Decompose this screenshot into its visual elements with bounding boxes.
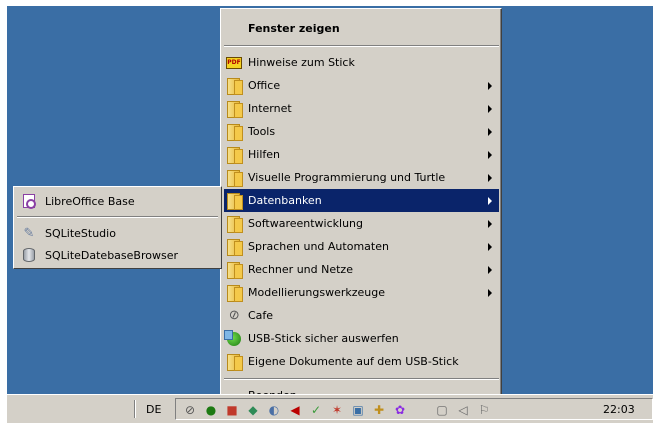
- flag-icon[interactable]: ⚐: [476, 402, 492, 418]
- datenbanken-submenu: LibreOffice Base ✎ SQLiteStudio SQLiteDa…: [13, 186, 222, 269]
- menu-item-internet[interactable]: Internet: [224, 97, 499, 120]
- menu-item-label: Cafe: [248, 309, 274, 322]
- display-icon[interactable]: ▢: [434, 402, 450, 418]
- menu-item-label: Tools: [248, 125, 276, 138]
- submenu-arrow-icon: [488, 220, 492, 228]
- feather-icon: ✎: [23, 225, 35, 241]
- folder-icon: [226, 147, 243, 164]
- submenu-arrow-icon: [488, 266, 492, 274]
- tools-icon[interactable]: ✚: [371, 402, 387, 418]
- submenu-item-libreoffice-base[interactable]: LibreOffice Base: [17, 190, 217, 212]
- pdf-icon: PDF: [226, 55, 242, 71]
- submenu-arrow-icon: [488, 197, 492, 205]
- taskbar: DE ⊘ ● ■ ◆ ◐ ◀ ✓ ✶ ▣ ✚ ✿ ▢ ◁ ⚐ 22:03: [7, 394, 653, 423]
- volume-icon[interactable]: ◀: [287, 402, 303, 418]
- menu-item-label: Office: [248, 79, 281, 92]
- paperclip-icon: ⊘: [226, 306, 242, 325]
- folder-icon: [226, 216, 243, 233]
- check-icon[interactable]: ✓: [308, 402, 324, 418]
- submenu-arrow-icon: [488, 105, 492, 113]
- alert-icon[interactable]: ✶: [329, 402, 345, 418]
- usb-eject-icon: [224, 329, 242, 347]
- folder-icon: [226, 285, 243, 302]
- folder-icon: [226, 262, 243, 279]
- language-indicator[interactable]: DE: [146, 403, 161, 416]
- folder-icon: [226, 101, 243, 118]
- shield-icon[interactable]: ◆: [245, 402, 261, 418]
- app2-icon[interactable]: ✿: [392, 402, 408, 418]
- menu-item-tools[interactable]: Tools: [224, 120, 499, 143]
- clock[interactable]: 22:03: [603, 403, 635, 416]
- speaker-icon[interactable]: ◁: [455, 402, 471, 418]
- menu-item-rechner-und-netze[interactable]: Rechner und Netze: [224, 258, 499, 281]
- menu-separator: [224, 45, 499, 47]
- menu-item-label: Internet: [248, 102, 292, 115]
- folder-icon: [226, 124, 243, 141]
- menu-item-label: Hilfen: [248, 148, 280, 161]
- menu-item-visuelle-programmierung[interactable]: Visuelle Programmierung und Turtle: [224, 166, 499, 189]
- menu-item-label: Visuelle Programmierung und Turtle: [248, 171, 446, 184]
- menu-item-label: Modellierungswerkzeuge: [248, 286, 386, 299]
- menu-item-label: Eigene Dokumente auf dem USB-Stick: [248, 355, 459, 368]
- submenu-arrow-icon: [488, 174, 492, 182]
- menu-item-softwareentwicklung[interactable]: Softwareentwicklung: [224, 212, 499, 235]
- menu-item-cafe[interactable]: ⊘ Cafe: [224, 304, 499, 327]
- monitor-icon[interactable]: ▣: [350, 402, 366, 418]
- submenu-item-label: SQLiteStudio: [45, 226, 116, 240]
- menu-item-sprachen-und-automaten[interactable]: Sprachen und Automaten: [224, 235, 499, 258]
- submenu-arrow-icon: [488, 289, 492, 297]
- paperclip-icon[interactable]: ⊘: [182, 402, 198, 418]
- menu-item-modellierungswerkzeuge[interactable]: Modellierungswerkzeuge: [224, 281, 499, 304]
- app-icon[interactable]: ■: [224, 402, 240, 418]
- menu-item-label: Hinweise zum Stick: [248, 56, 355, 69]
- folder-icon: [226, 239, 243, 256]
- menu-item-usb-auswerfen[interactable]: USB-Stick sicher auswerfen: [224, 327, 499, 350]
- menu-item-label: Datenbanken: [248, 194, 322, 207]
- submenu-arrow-icon: [488, 128, 492, 136]
- folder-icon: [226, 193, 243, 210]
- database-icon: [21, 247, 37, 263]
- submenu-arrow-icon: [488, 151, 492, 159]
- menu-item-datenbanken[interactable]: Datenbanken: [224, 189, 499, 212]
- libreoffice-base-icon: [21, 193, 37, 209]
- menu-item-label: Softwareentwicklung: [248, 217, 363, 230]
- menu-item-label: USB-Stick sicher auswerfen: [248, 332, 399, 345]
- network-icon[interactable]: ◐: [266, 402, 282, 418]
- tray-context-menu: Fenster zeigen PDF Hinweise zum Stick Of…: [220, 8, 502, 412]
- submenu-item-label: SQLiteDatebaseBrowser: [45, 248, 178, 262]
- folder-icon: [226, 354, 243, 371]
- submenu-arrow-icon: [488, 243, 492, 251]
- system-tray: ⊘ ● ■ ◆ ◐ ◀ ✓ ✶ ▣ ✚ ✿ ▢ ◁ ⚐ 22:03: [175, 398, 653, 420]
- submenu-item-sqlitedatabasebrowser[interactable]: SQLiteDatebaseBrowser: [17, 244, 217, 266]
- menu-item-hinweise[interactable]: PDF Hinweise zum Stick: [224, 51, 499, 74]
- menu-item-label: Fenster zeigen: [248, 22, 340, 35]
- menu-item-hilfen[interactable]: Hilfen: [224, 143, 499, 166]
- taskbar-separator: [134, 400, 136, 418]
- submenu-separator: [17, 216, 218, 218]
- folder-icon: [226, 78, 243, 95]
- menu-item-eigene-dokumente[interactable]: Eigene Dokumente auf dem USB-Stick: [224, 350, 499, 373]
- submenu-item-sqlitestudio[interactable]: ✎ SQLiteStudio: [17, 222, 217, 244]
- submenu-item-label: LibreOffice Base: [45, 194, 135, 208]
- play-icon[interactable]: ●: [203, 402, 219, 418]
- menu-item-office[interactable]: Office: [224, 74, 499, 97]
- menu-item-label: Rechner und Netze: [248, 263, 353, 276]
- folder-icon: [226, 170, 243, 187]
- menu-separator: [224, 378, 499, 380]
- menu-item-fenster-zeigen[interactable]: Fenster zeigen: [224, 17, 499, 40]
- submenu-arrow-icon: [488, 82, 492, 90]
- menu-item-label: Sprachen und Automaten: [248, 240, 389, 253]
